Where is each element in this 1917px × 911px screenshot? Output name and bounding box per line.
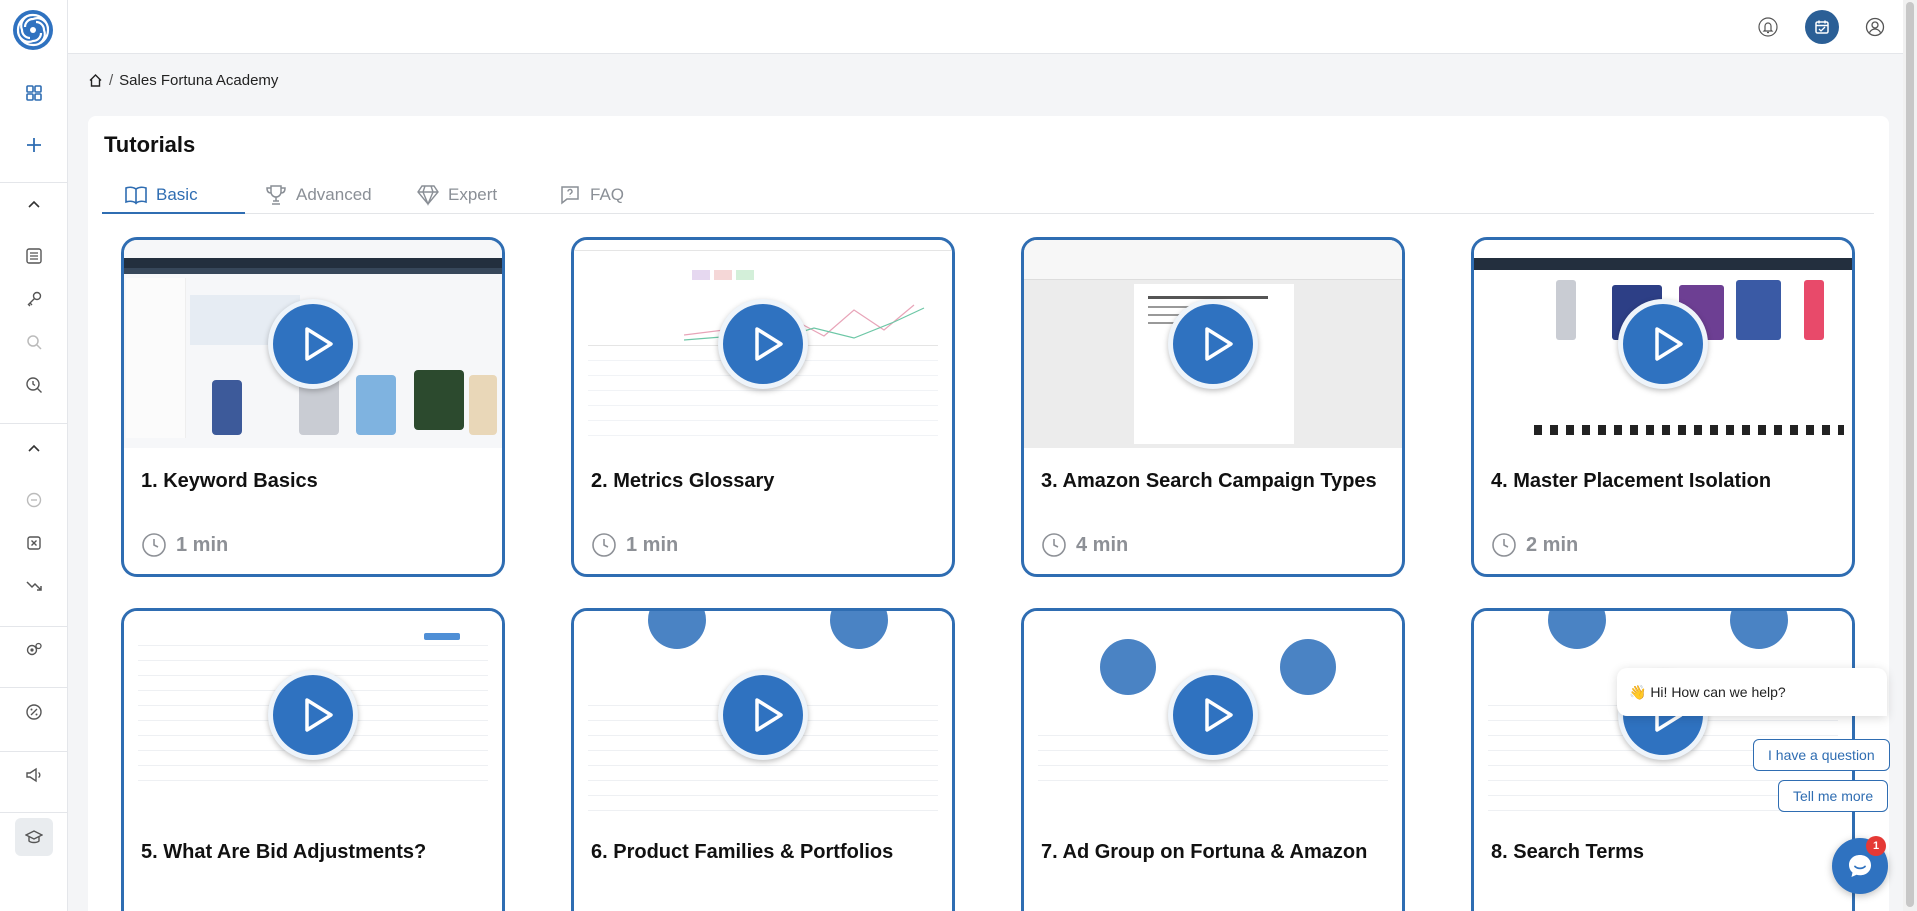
card-title: 3. Amazon Search Campaign Types [1041,470,1377,492]
card-title: 5. What Are Bid Adjustments? [141,841,427,863]
search-icon[interactable] [15,323,53,361]
diamond-icon [417,185,439,206]
tab-label: Advanced [296,185,372,204]
tab-label: Expert [448,185,498,204]
video-thumbnail [124,240,502,448]
card-title: 1. Keyword Basics [141,470,318,492]
tab-basic[interactable]: Basic [124,176,198,214]
collapse-chevron-up-icon[interactable] [15,186,53,224]
tutorial-card[interactable]: 7. Ad Group on Fortuna & Amazon [1021,608,1405,911]
video-thumbnail [124,611,502,819]
notifications-bell-icon[interactable] [1751,10,1785,44]
chat-greeting: 👋 Hi! How can we help? [1617,668,1887,716]
play-button[interactable] [1168,670,1258,760]
card-title: 7. Ad Group on Fortuna & Amazon [1041,841,1368,863]
page-scrollbar[interactable] [1903,0,1917,911]
tab-expert[interactable]: Expert [416,176,497,214]
video-thumbnail [1024,611,1402,819]
clock-icon [1042,533,1066,557]
card-title: 6. Product Families & Portfolios [591,841,894,863]
card-duration: 1 min [141,532,228,558]
clock-icon [1492,533,1516,557]
play-button[interactable] [1618,299,1708,389]
tab-label: Basic [156,185,198,204]
user-account-icon[interactable] [1858,10,1892,44]
scrollbar-thumb[interactable] [1906,2,1914,907]
breadcrumb-separator: / [109,72,114,89]
video-thumbnail [1474,240,1852,448]
key-icon[interactable] [15,280,53,318]
page-title: Tutorials [104,132,196,157]
clock-icon [592,533,616,557]
book-icon [125,186,147,205]
video-thumbnail [574,240,952,448]
tutorial-card[interactable]: 6. Product Families & Portfolios [571,608,955,911]
search-history-icon[interactable] [15,366,53,404]
question-icon [561,186,579,205]
active-tab-indicator [102,212,245,214]
tab-label: FAQ [590,185,625,204]
percent-badge-icon[interactable] [15,693,53,731]
tutorial-card[interactable]: 4. Master Placement Isolation 2 min [1471,237,1855,577]
calendar-icon[interactable] [1805,10,1839,44]
card-duration: 4 min [1041,532,1128,558]
chat-icon [1849,855,1871,877]
chat-option-tell-more-button[interactable]: Tell me more [1778,780,1889,812]
tab-advanced[interactable]: Advanced [264,176,372,214]
excel-icon[interactable] [15,524,53,562]
play-button[interactable] [718,299,808,389]
tutorial-tabs: Basic Advanced Expert FAQ [102,176,1874,214]
card-title: 8. Search Terms [1491,841,1645,863]
sidebar [0,0,68,911]
settings-gears-icon[interactable] [15,631,53,669]
video-thumbnail [1024,240,1402,448]
play-button[interactable] [268,299,358,389]
breadcrumb: / Sales Fortuna Academy [88,72,278,89]
play-button[interactable] [1168,299,1258,389]
video-thumbnail [574,611,952,819]
academy-graduation-cap-icon[interactable] [15,818,53,856]
play-button[interactable] [718,670,808,760]
tutorial-card[interactable]: 2. Metrics Glossary 1 min [571,237,955,577]
tutorial-card[interactable]: 1. Keyword Basics 1 min [121,237,505,577]
card-duration: 2 min [1491,532,1578,558]
top-bar [68,0,1917,54]
add-icon[interactable] [15,126,53,164]
home-icon[interactable] [88,73,103,88]
tab-faq[interactable]: FAQ [558,176,624,214]
card-duration: 1 min [591,532,678,558]
megaphone-icon[interactable] [15,756,53,794]
minus-circle-icon[interactable] [15,481,53,519]
chat-unread-badge: 1 [1866,836,1886,856]
tutorial-card[interactable]: 5. What Are Bid Adjustments? [121,608,505,911]
trophy-icon [266,185,286,205]
dashboard-icon[interactable] [15,74,53,112]
card-title: 4. Master Placement Isolation [1491,470,1772,492]
tutorial-card[interactable]: 3. Amazon Search Campaign Types 4 min [1021,237,1405,577]
trend-down-icon[interactable] [15,567,53,605]
chat-option-question-button[interactable]: I have a question [1753,739,1890,771]
collapse-chevron-up-icon[interactable] [15,430,53,468]
play-button[interactable] [268,670,358,760]
list-icon[interactable] [15,237,53,275]
card-title: 2. Metrics Glossary [591,470,775,492]
fortuna-logo-icon[interactable] [12,9,54,51]
breadcrumb-current: Sales Fortuna Academy [119,72,279,89]
clock-icon [142,533,166,557]
